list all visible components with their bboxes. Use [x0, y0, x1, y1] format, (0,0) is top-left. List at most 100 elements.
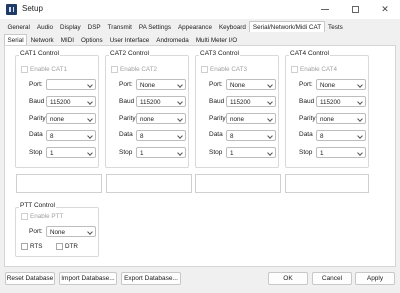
cat4-port-select[interactable]: None	[316, 79, 366, 90]
cat1-parity-select[interactable]: none	[46, 113, 96, 124]
tab-serial-network-midi-cat[interactable]: Serial/Network/Midi CAT	[249, 21, 325, 32]
tab-dsp[interactable]: DSP	[84, 22, 104, 32]
cat2-port-select[interactable]: None	[136, 79, 186, 90]
close-icon: ✕	[381, 4, 389, 14]
cat2-baud-select[interactable]: 115200	[136, 96, 186, 107]
cat4-baud-select[interactable]: 115200	[316, 96, 366, 107]
tab-general[interactable]: General	[4, 22, 33, 32]
chevron-down-icon	[357, 150, 363, 156]
chevron-down-icon	[87, 133, 93, 139]
enable-cat2-checkbox[interactable]	[111, 66, 118, 73]
cancel-button[interactable]: Cancel	[312, 272, 352, 285]
chevron-down-icon	[177, 82, 183, 88]
tab-network[interactable]: Network	[27, 35, 57, 45]
chevron-down-icon	[177, 99, 183, 105]
chevron-down-icon	[267, 82, 273, 88]
enable-ptt-checkbox[interactable]	[21, 213, 28, 220]
import-database-button[interactable]: Import Database...	[59, 272, 117, 285]
cat2-stop-select[interactable]: 1	[136, 147, 186, 158]
cat1-port-select[interactable]	[46, 79, 96, 90]
tab-tests[interactable]: Tests	[325, 22, 347, 32]
cat1-parity-value: none	[50, 115, 65, 123]
tab-audio[interactable]: Audio	[33, 22, 56, 32]
tab-options[interactable]: Options	[78, 35, 107, 45]
cat3-parity-label: Parity	[209, 115, 226, 122]
tab-appearance[interactable]: Appearance	[174, 22, 215, 32]
cat2-stop-value: 1	[140, 149, 144, 157]
sub-tab-row: Serial Network MIDI Options User Interfa…	[4, 34, 241, 45]
enable-cat1-checkbox[interactable]	[21, 66, 28, 73]
ok-button[interactable]: OK	[268, 272, 308, 285]
cat1-port-label: Port:	[29, 81, 43, 88]
cat4-stop-label: Stop	[299, 149, 313, 156]
cat2-control-group: CAT2 Control Enable CAT2 Port: None Baud…	[105, 50, 189, 168]
cat4-data-value: 8	[320, 132, 324, 140]
cat2-port-label: Port:	[119, 81, 133, 88]
chevron-down-icon	[87, 229, 93, 235]
tab-transmit[interactable]: Transmit	[104, 22, 135, 32]
cat1-baud-select[interactable]: 115200	[46, 96, 96, 107]
enable-cat3-checkbox[interactable]	[201, 66, 208, 73]
cat2-baud-label: Baud	[119, 98, 135, 105]
ptt-port-select[interactable]: None	[46, 226, 96, 237]
cat3-baud-select[interactable]: 115200	[226, 96, 276, 107]
chevron-down-icon	[357, 99, 363, 105]
tab-serial[interactable]: Serial	[4, 34, 28, 45]
cat2-stop-label: Stop	[119, 149, 133, 156]
export-database-button[interactable]: Export Database...	[121, 272, 181, 285]
cat3-port-label: Port:	[209, 81, 223, 88]
minimize-button[interactable]	[310, 0, 340, 19]
cat2-data-value: 8	[140, 132, 144, 140]
cat2-data-select[interactable]: 8	[136, 130, 186, 141]
cat1-stop-select[interactable]: 1	[46, 147, 96, 158]
tab-pa-settings[interactable]: PA Settings	[135, 22, 174, 32]
tab-andromeda[interactable]: Andromeda	[153, 35, 193, 45]
enable-cat4-label: Enable CAT4	[300, 66, 337, 73]
chevron-down-icon	[177, 150, 183, 156]
chevron-down-icon	[87, 150, 93, 156]
chevron-down-icon	[357, 82, 363, 88]
cat4-baud-label: Baud	[299, 98, 315, 105]
chevron-down-icon	[87, 99, 93, 105]
setup-window: Setup ✕ General Audio Display DSP Transm…	[0, 0, 400, 293]
chevron-down-icon	[177, 133, 183, 139]
chevron-down-icon	[267, 116, 273, 122]
dtr-checkbox[interactable]	[56, 243, 63, 250]
cat3-data-value: 8	[230, 132, 234, 140]
chevron-down-icon	[177, 116, 183, 122]
tab-multi-meter-io[interactable]: Multi Meter I/O	[192, 35, 240, 45]
rts-checkbox[interactable]	[21, 243, 28, 250]
minimize-icon	[321, 9, 329, 10]
rts-label: RTS	[30, 243, 43, 250]
maximize-button[interactable]	[340, 0, 370, 19]
cat4-port-label: Port:	[299, 81, 313, 88]
chevron-down-icon	[267, 99, 273, 105]
cat2-status-panel	[106, 174, 192, 193]
cat3-parity-select[interactable]: none	[226, 113, 276, 124]
cat4-parity-select[interactable]: none	[316, 113, 366, 124]
cat4-baud-value: 115200	[320, 98, 341, 106]
enable-cat4-checkbox[interactable]	[291, 66, 298, 73]
cat3-stop-select[interactable]: 1	[226, 147, 276, 158]
serial-tab-panel: CAT1 Control Enable CAT1 Port: Baud 1152…	[4, 45, 396, 267]
tab-midi[interactable]: MIDI	[57, 35, 77, 45]
apply-button[interactable]: Apply	[355, 272, 395, 285]
reset-database-button[interactable]: Reset Database	[5, 272, 55, 285]
close-button[interactable]: ✕	[370, 0, 400, 19]
cat4-stop-select[interactable]: 1	[316, 147, 366, 158]
chevron-down-icon	[267, 133, 273, 139]
tab-display[interactable]: Display	[57, 22, 85, 32]
cat2-parity-select[interactable]: none	[136, 113, 186, 124]
cat3-stop-value: 1	[230, 149, 234, 157]
chevron-down-icon	[357, 116, 363, 122]
tab-user-interface[interactable]: User Interface	[106, 35, 153, 45]
tab-keyboard[interactable]: Keyboard	[215, 22, 249, 32]
cat2-baud-value: 115200	[140, 98, 161, 106]
cat1-control-group: CAT1 Control Enable CAT1 Port: Baud 1152…	[15, 50, 99, 168]
ptt-group-title: PTT Control	[19, 202, 56, 209]
cat4-data-select[interactable]: 8	[316, 130, 366, 141]
cat3-port-select[interactable]: None	[226, 79, 276, 90]
chevron-down-icon	[357, 133, 363, 139]
cat3-data-select[interactable]: 8	[226, 130, 276, 141]
cat1-data-select[interactable]: 8	[46, 130, 96, 141]
